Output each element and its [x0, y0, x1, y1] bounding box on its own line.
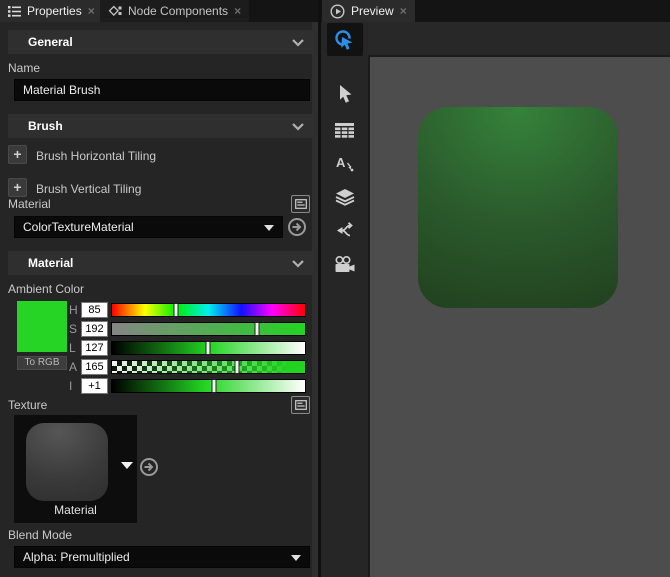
svg-text:A: A: [336, 155, 346, 170]
property-editor-icon: [295, 400, 307, 410]
text-tool-button[interactable]: A: [321, 151, 368, 175]
blend-mode-value: Alpha: Premultiplied: [23, 550, 130, 564]
lightness-slider[interactable]: [111, 341, 306, 355]
select-cursor-icon: [335, 84, 355, 106]
section-brush[interactable]: Brush: [8, 114, 314, 138]
goto-texture-button[interactable]: [139, 457, 159, 477]
intensity-slider[interactable]: [111, 379, 306, 393]
chevron-down-icon: [292, 39, 304, 47]
section-material[interactable]: Material: [8, 251, 314, 275]
connection-icon: [335, 222, 354, 239]
grid-icon: [335, 123, 354, 138]
camera-icon: [334, 256, 355, 273]
intensity-slider-handle[interactable]: [212, 379, 217, 393]
tab-preview[interactable]: Preview ×: [322, 0, 415, 22]
application-window: Properties × Node Components × Preview ×…: [0, 0, 670, 577]
play-circle-icon: [330, 4, 345, 19]
saturation-slider[interactable]: [111, 322, 306, 336]
alpha-channel-row: A 165: [69, 359, 309, 375]
texture-selector[interactable]: Material: [14, 415, 137, 523]
chevron-down-icon: [291, 555, 301, 561]
intensity-channel-row: I +1: [69, 378, 309, 394]
saturation-value-field[interactable]: 192: [81, 321, 108, 337]
node-components-icon: [108, 5, 122, 17]
hsla-channel-editor: H 85 S 192 L 127 A 165: [69, 302, 309, 394]
close-icon[interactable]: ×: [88, 5, 95, 17]
section-general-label: General: [28, 35, 73, 49]
tab-bar: Properties × Node Components × Preview ×: [0, 0, 670, 22]
preview-brush-object[interactable]: [418, 107, 618, 308]
close-icon[interactable]: ×: [234, 5, 241, 17]
hue-slider-handle[interactable]: [174, 303, 179, 317]
color-swatch[interactable]: [17, 301, 67, 352]
chevron-down-icon[interactable]: [121, 462, 133, 469]
property-editor-icon: [295, 199, 307, 209]
material-dropdown-value: ColorTextureMaterial: [23, 220, 134, 234]
tab-properties-label: Properties: [27, 4, 82, 18]
brush-vertical-tiling-label: Brush Vertical Tiling: [36, 182, 141, 196]
lightness-value-field[interactable]: 127: [81, 340, 108, 356]
name-label: Name: [8, 61, 40, 75]
texture-name: Material: [14, 503, 137, 517]
lightness-channel-label: L: [69, 341, 79, 355]
saturation-channel-row: S 192: [69, 321, 309, 337]
to-rgb-button[interactable]: To RGB: [17, 356, 67, 370]
lightness-slider-handle[interactable]: [206, 341, 211, 355]
hue-channel-row: H 85: [69, 302, 309, 318]
close-icon[interactable]: ×: [400, 5, 407, 17]
layers-tool-button[interactable]: [321, 185, 368, 209]
intensity-channel-label: I: [69, 379, 79, 393]
grid-tool-button[interactable]: [321, 118, 368, 142]
preview-toolbar: A: [321, 22, 368, 577]
hue-slider[interactable]: [111, 303, 306, 317]
tab-preview-label: Preview: [351, 4, 394, 18]
tab-node-components-label: Node Components: [128, 4, 228, 18]
ambient-color-label: Ambient Color: [8, 282, 84, 296]
lightness-channel-row: L 127: [69, 340, 309, 356]
texture-thumbnail[interactable]: [26, 423, 108, 501]
name-field[interactable]: Material Brush: [14, 79, 310, 101]
blend-mode-label: Blend Mode: [8, 528, 72, 542]
preview-top-strip: [368, 22, 670, 57]
saturation-channel-label: S: [69, 322, 79, 336]
texture-editor-button[interactable]: [291, 396, 310, 414]
chevron-down-icon: [264, 225, 274, 231]
goto-arrow-icon: [139, 457, 159, 477]
text-analyze-icon: A: [335, 154, 354, 172]
alpha-slider[interactable]: [111, 360, 306, 374]
interact-tool-button[interactable]: [321, 28, 368, 52]
alpha-slider-handle[interactable]: [234, 360, 239, 374]
chevron-down-icon: [292, 123, 304, 131]
alpha-value-field[interactable]: 165: [81, 359, 108, 375]
tab-node-components[interactable]: Node Components ×: [100, 0, 249, 22]
chevron-down-icon: [292, 260, 304, 268]
select-tool-button[interactable]: [321, 83, 368, 107]
add-brush-horizontal-tiling-button[interactable]: +: [8, 145, 27, 164]
preview-viewport[interactable]: [368, 55, 670, 577]
section-general[interactable]: General: [8, 30, 314, 54]
material-dropdown[interactable]: ColorTextureMaterial: [14, 216, 283, 238]
blend-mode-dropdown[interactable]: Alpha: Premultiplied: [14, 546, 310, 568]
hue-value-field[interactable]: 85: [81, 302, 108, 318]
alpha-channel-label: A: [69, 360, 79, 374]
brush-horizontal-tiling-label: Brush Horizontal Tiling: [36, 149, 156, 163]
texture-label: Texture: [8, 398, 47, 412]
hue-channel-label: H: [69, 303, 79, 317]
section-material-label: Material: [28, 256, 73, 270]
section-brush-label: Brush: [28, 119, 63, 133]
saturation-slider-handle[interactable]: [255, 322, 260, 336]
interact-cursor-icon: [333, 29, 356, 52]
tab-properties[interactable]: Properties ×: [0, 0, 103, 22]
list-icon: [8, 6, 21, 17]
material-label: Material: [8, 197, 51, 211]
camera-tool-button[interactable]: [321, 252, 368, 276]
connection-tool-button[interactable]: [321, 218, 368, 242]
add-brush-vertical-tiling-button[interactable]: +: [8, 178, 27, 197]
layers-icon: [335, 189, 355, 206]
intensity-value-field[interactable]: +1: [81, 378, 108, 394]
material-editor-button[interactable]: [291, 195, 310, 213]
goto-arrow-icon: [287, 217, 307, 237]
goto-material-button[interactable]: [287, 217, 307, 237]
